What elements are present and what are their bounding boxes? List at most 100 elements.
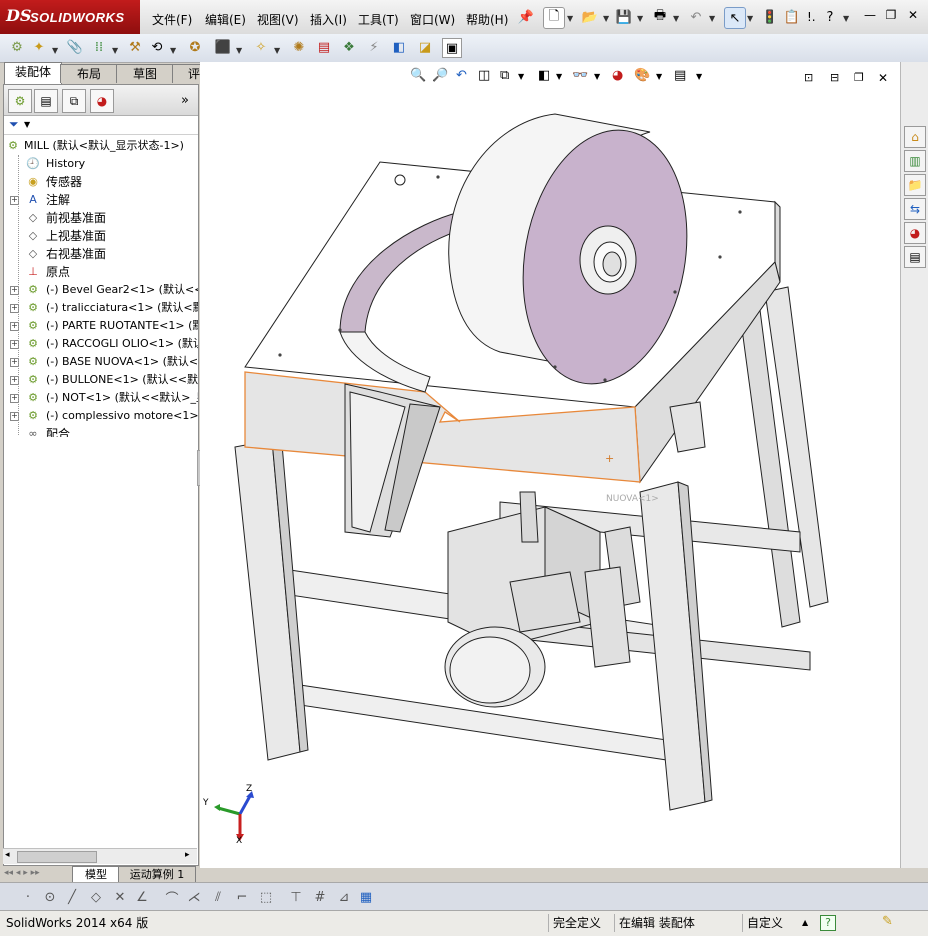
scroll-thumb[interactable] bbox=[17, 851, 97, 863]
angle-icon[interactable]: ∠ bbox=[134, 889, 150, 905]
smart-fasteners-icon[interactable]: ⚒ bbox=[126, 38, 144, 56]
tab-sketch[interactable]: 草图 bbox=[116, 64, 174, 83]
scroll-left-icon[interactable]: ◂ bbox=[5, 850, 10, 860]
grid-icon[interactable]: # bbox=[312, 889, 328, 905]
polygon-icon[interactable]: ◇ bbox=[88, 889, 104, 905]
expand-panel-icon[interactable]: » bbox=[181, 93, 189, 108]
corner-rectangle-icon[interactable]: ⌐ bbox=[234, 889, 250, 905]
view-palette-icon[interactable]: ⇆ bbox=[904, 198, 926, 220]
line-icon[interactable]: ╱ bbox=[64, 889, 80, 905]
new-dropdown-icon[interactable]: ▼ bbox=[567, 14, 573, 23]
move-dropdown-icon[interactable]: ▼ bbox=[170, 46, 176, 55]
move-component-icon[interactable]: ⟲ bbox=[148, 38, 166, 56]
help-icon[interactable]: ? bbox=[820, 7, 840, 27]
mates-icon: ∞ bbox=[28, 427, 38, 437]
fillet-icon[interactable]: ⌒ bbox=[164, 889, 180, 907]
toolbar-text-item[interactable]: !. bbox=[807, 10, 816, 24]
design-library-icon[interactable]: ▥ bbox=[904, 150, 926, 172]
relation-icon[interactable]: ⊿ bbox=[336, 889, 352, 905]
panel-horizontal-scrollbar[interactable]: ◂ ▸ bbox=[3, 848, 197, 864]
new-document-icon[interactable]: 🗋 bbox=[543, 7, 565, 29]
menu-edit[interactable]: 编辑(E) bbox=[205, 11, 246, 28]
open-dropdown-icon[interactable]: ▼ bbox=[603, 14, 609, 23]
large-assembly-mode-icon[interactable]: ▣ bbox=[442, 38, 462, 58]
display-manager-tab-icon[interactable]: ◕ bbox=[90, 89, 114, 113]
menu-file[interactable]: 文件(F) bbox=[152, 11, 192, 28]
feature-manager-tab-icon[interactable]: ⚙ bbox=[8, 89, 32, 113]
units-dropdown-icon[interactable]: ▲ bbox=[802, 918, 808, 927]
new-motion-study-icon[interactable]: ✺ bbox=[290, 38, 308, 56]
dotted-rectangle-icon[interactable]: ⬚ bbox=[258, 889, 274, 905]
status-help-icon[interactable]: ? bbox=[820, 915, 836, 931]
graphics-viewport[interactable]: 🔍 🔎 ↶ ◫ ⧉ ▼ ◧ ▼ 👓 ▼ ◕ 🎨 ▼ ▤ ▼ ⊡ ⊟ ❐ ✕ + … bbox=[200, 62, 900, 868]
triad-x-label: X bbox=[236, 836, 243, 846]
chamfer-icon[interactable]: ⋌ bbox=[186, 889, 202, 905]
select-dropdown-icon[interactable]: ▼ bbox=[747, 14, 753, 23]
quick-tips-icon[interactable]: ✎ bbox=[882, 914, 893, 929]
tab-model[interactable]: 模型 bbox=[72, 866, 120, 883]
print-icon[interactable]: 🖶 bbox=[650, 7, 670, 27]
linear-pattern-icon[interactable]: ⁞⁞ bbox=[90, 38, 108, 56]
minimize-icon[interactable]: — bbox=[862, 8, 878, 22]
tab-nav-arrows-icon[interactable]: ◂◂ ◂ ▸ ▸▸ bbox=[4, 868, 40, 878]
file-explorer-icon[interactable]: 📁 bbox=[904, 174, 926, 196]
filter-dropdown-icon[interactable]: ▼ bbox=[24, 120, 30, 129]
circle-center-icon[interactable]: ⊙ bbox=[42, 889, 58, 905]
resources-home-icon[interactable]: ⌂ bbox=[904, 126, 926, 148]
help-dropdown-icon[interactable]: ▼ bbox=[843, 14, 849, 23]
menu-help[interactable]: 帮助(H) bbox=[466, 11, 508, 28]
point-icon[interactable]: · bbox=[20, 889, 36, 905]
scroll-right-icon[interactable]: ▸ bbox=[185, 850, 190, 860]
close-icon[interactable]: ✕ bbox=[905, 8, 921, 22]
reference-geometry-icon[interactable]: ✧ bbox=[252, 38, 270, 56]
pattern-dropdown-icon[interactable]: ▼ bbox=[112, 46, 118, 55]
open-folder-icon[interactable]: 📂 bbox=[580, 7, 600, 27]
exploded-view-icon[interactable]: ❖ bbox=[340, 38, 358, 56]
print-dropdown-icon[interactable]: ▼ bbox=[673, 14, 679, 23]
tree-item-label: (-) RACCOGLI OLIO<1> (默认< bbox=[46, 337, 198, 350]
new-part-icon[interactable]: ✦ bbox=[30, 38, 48, 56]
interference-detection-icon[interactable]: ◧ bbox=[390, 38, 408, 56]
undo-icon[interactable]: ↶ bbox=[686, 7, 706, 27]
mate-icon[interactable]: 📎 bbox=[66, 38, 84, 56]
menu-view[interactable]: 视图(V) bbox=[257, 11, 299, 28]
menu-tools[interactable]: 工具(T) bbox=[358, 11, 399, 28]
options-icon[interactable]: 📋 bbox=[782, 7, 802, 27]
table-icon[interactable]: ▦ bbox=[358, 889, 374, 905]
show-hidden-icon[interactable]: ✪ bbox=[186, 38, 204, 56]
appearances-icon[interactable]: ◕ bbox=[904, 222, 926, 244]
triad-z-label: Z bbox=[246, 784, 253, 794]
configuration-manager-tab-icon[interactable]: ⧉ bbox=[62, 89, 86, 113]
solidworks-logo[interactable]: DS SOLIDWORKS bbox=[0, 0, 140, 34]
offset-icon[interactable]: ⫽ bbox=[210, 889, 226, 905]
menu-insert[interactable]: 插入(I) bbox=[310, 11, 347, 28]
command-manager-tabs: 装配体 布局 草图 评估 bbox=[0, 62, 230, 84]
tree-item-label: 前视基准面 bbox=[46, 211, 107, 225]
smart-dimension-icon[interactable]: ⊤ bbox=[288, 889, 304, 905]
component-dropdown-icon[interactable]: ▼ bbox=[52, 46, 58, 55]
tab-layout[interactable]: 布局 bbox=[60, 64, 118, 83]
custom-properties-icon[interactable]: ▤ bbox=[904, 246, 926, 268]
trim-icon[interactable]: ✕ bbox=[112, 889, 128, 905]
explode-line-sketch-icon[interactable]: ⚡ bbox=[365, 38, 383, 56]
property-manager-tab-icon[interactable]: ▤ bbox=[34, 89, 58, 113]
tab-assembly[interactable]: 装配体 bbox=[4, 62, 62, 84]
status-constraint: 完全定义 bbox=[548, 914, 613, 932]
rebuild-traffic-light-icon[interactable]: 🚦 bbox=[760, 7, 780, 27]
filter-icon[interactable]: ⏷ bbox=[9, 117, 19, 132]
tab-motion-study[interactable]: 运动算例 1 bbox=[118, 866, 196, 883]
save-icon[interactable]: 💾 bbox=[614, 7, 634, 27]
assembly-features-icon[interactable]: ⬛ bbox=[214, 38, 232, 56]
features-dropdown-icon[interactable]: ▼ bbox=[236, 46, 242, 55]
save-dropdown-icon[interactable]: ▼ bbox=[637, 14, 643, 23]
instant3d-icon[interactable]: ◪ bbox=[416, 38, 434, 56]
undo-dropdown-icon[interactable]: ▼ bbox=[709, 14, 715, 23]
pin-icon[interactable]: 📌 bbox=[516, 7, 536, 27]
menu-window[interactable]: 窗口(W) bbox=[410, 11, 455, 28]
insert-component-icon[interactable]: ⚙ bbox=[8, 38, 26, 56]
bill-of-materials-icon[interactable]: ▤ bbox=[315, 38, 333, 56]
restore-icon[interactable]: ❐ bbox=[883, 8, 899, 22]
assembly-model-view[interactable]: + bbox=[200, 62, 900, 868]
reference-dropdown-icon[interactable]: ▼ bbox=[274, 46, 280, 55]
select-cursor-icon[interactable]: ↖ bbox=[724, 7, 746, 29]
